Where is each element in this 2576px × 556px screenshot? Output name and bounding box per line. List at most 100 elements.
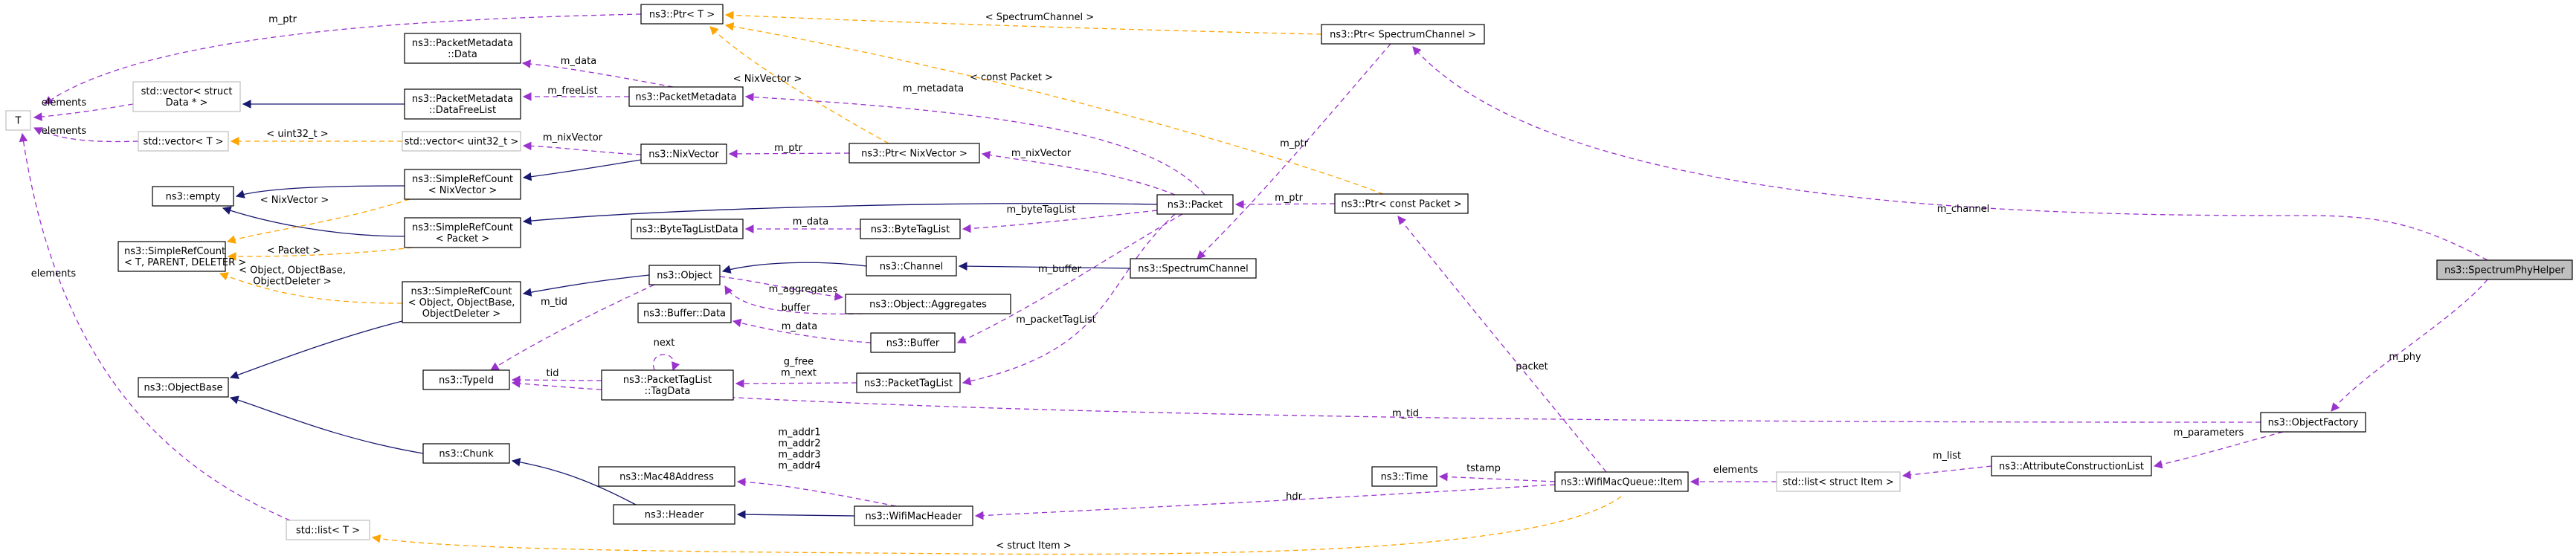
edge-label: m_aggregates bbox=[769, 284, 838, 295]
edge-member-spectrumphyhelper-to-ptr_spectrum bbox=[1412, 46, 2488, 261]
class-node-label: ns3::WifiMacQueue::Item bbox=[1561, 477, 1683, 488]
edge-label: m_ptr bbox=[1280, 138, 1309, 149]
class-node-label: ns3::TypeId bbox=[439, 375, 494, 387]
class-node-bytetaglistdata[interactable]: ns3::ByteTagListData bbox=[631, 219, 744, 239]
class-node-label: ns3::Buffer::Data bbox=[643, 308, 726, 320]
class-node-typeid[interactable]: ns3::TypeId bbox=[422, 369, 510, 390]
class-node-header[interactable]: ns3::Header bbox=[613, 504, 735, 525]
class-node-src-packet[interactable]: ns3::SimpleRefCount < Packet > bbox=[404, 217, 521, 248]
class-node-buffer[interactable]: ns3::Buffer bbox=[870, 332, 956, 353]
class-node-ptr-T[interactable]: ns3::Ptr< T > bbox=[640, 4, 724, 25]
edge-member-ptr_spectrum-to-spectrumchannel bbox=[1197, 43, 1391, 259]
edge-label: next bbox=[654, 337, 675, 349]
edge-label: m_tid bbox=[1392, 408, 1419, 419]
class-node-label: ns3::ObjectBase bbox=[144, 383, 222, 394]
class-node-packettaglist[interactable]: ns3::PacketTagList bbox=[856, 372, 961, 393]
edge-label: m_metadata bbox=[903, 83, 964, 94]
class-node-buffer-data[interactable]: ns3::Buffer::Data bbox=[637, 303, 732, 323]
class-node-item[interactable]: ns3::WifiMacQueue::Item bbox=[1554, 471, 1689, 492]
edge-label: g_free m_next bbox=[781, 357, 817, 379]
class-node-label: ns3::SpectrumPhyHelper bbox=[2444, 265, 2565, 277]
class-node-empty[interactable]: ns3::empty bbox=[152, 186, 234, 207]
edge-label: m_parameters bbox=[2174, 427, 2244, 439]
class-node-pm-freelist[interactable]: ns3::PacketMetadata::DataFreeList bbox=[404, 88, 521, 120]
class-node-src-tpd[interactable]: ns3::SimpleRefCount < T, PARENT, DELETER … bbox=[117, 241, 246, 272]
class-node-label: ns3::Buffer bbox=[886, 338, 940, 349]
edge-member-item-to-time bbox=[1438, 472, 1556, 482]
class-node-label: std::vector< uint32_t > bbox=[405, 137, 519, 148]
class-node-mac48[interactable]: ns3::Mac48Address bbox=[598, 466, 735, 487]
class-node-spectrumphyhelper[interactable]: ns3::SpectrumPhyHelper bbox=[2436, 259, 2573, 280]
class-node-label: std::list< T > bbox=[296, 526, 360, 537]
class-node-vec-data: std::vector< struct Data * > bbox=[132, 81, 241, 112]
class-node-pm-data[interactable]: ns3::PacketMetadata::Data bbox=[404, 33, 521, 64]
class-node-list-item: std::list< struct Item > bbox=[1776, 471, 1901, 492]
class-node-label: ns3::Header bbox=[645, 510, 704, 521]
edge-label: elements bbox=[31, 268, 77, 279]
edge-label: buffer bbox=[782, 303, 811, 314]
edge-member-item-to-ptr_cpacket bbox=[1397, 216, 1607, 473]
class-node-objectbase[interactable]: ns3::ObjectBase bbox=[138, 377, 229, 398]
edge-label: m_list bbox=[1933, 450, 1961, 462]
class-node-src-nix[interactable]: ns3::SimpleRefCount < NixVector > bbox=[404, 169, 521, 200]
class-node-objectfactory[interactable]: ns3::ObjectFactory bbox=[2260, 412, 2366, 433]
edge-label: m_ptr bbox=[268, 14, 297, 25]
class-node-spectrumchannel[interactable]: ns3::SpectrumChannel bbox=[1130, 258, 1257, 279]
class-node-label: std::vector< T > bbox=[143, 137, 223, 148]
class-node-chunk[interactable]: ns3::Chunk bbox=[422, 443, 510, 464]
edge-label: < SpectrumChannel > bbox=[985, 12, 1094, 23]
class-node-channel[interactable]: ns3::Channel bbox=[866, 256, 957, 277]
class-node-nixvector[interactable]: ns3::NixVector bbox=[640, 143, 727, 164]
class-node-label: ns3::ByteTagListData bbox=[636, 224, 738, 236]
edge-label: < const Packet > bbox=[970, 72, 1053, 83]
edge-label: < uint32_t > bbox=[266, 129, 328, 140]
edge-template-ptr_nix-to-ptr_T bbox=[709, 26, 889, 144]
edge-label: hdr bbox=[1286, 491, 1302, 502]
edge-member-tagdata-to-typeid bbox=[511, 375, 602, 384]
edge-label: m_phy bbox=[2389, 352, 2421, 363]
edge-label: < Packet > bbox=[267, 245, 321, 256]
edge-member-pm-to-pm_data bbox=[521, 59, 674, 88]
class-node-attrlist[interactable]: ns3::AttributeConstructionList bbox=[1991, 456, 2152, 476]
class-node-wifimacheader[interactable]: ns3::WifiMacHeader bbox=[854, 505, 973, 526]
edge-label: m_packetTagList bbox=[1016, 314, 1095, 326]
class-node-vec-T: std::vector< T > bbox=[138, 131, 229, 152]
nodes-layer: Tstd::vector< struct Data * >std::vector<… bbox=[5, 4, 2573, 540]
class-node-tagdata[interactable]: ns3::PacketTagList::TagData bbox=[601, 369, 734, 401]
edge-inherit-object-to-src_object bbox=[522, 274, 650, 297]
edge-template-ptr_cpacket-to-ptr_T bbox=[724, 22, 1384, 195]
class-node-bytetaglist[interactable]: ns3::ByteTagList bbox=[860, 219, 961, 239]
edge-inherit-src_object-to-objectbase bbox=[229, 320, 403, 379]
edge-label: m_buffer bbox=[1038, 264, 1082, 275]
class-node-label: ns3::WifiMacHeader bbox=[865, 511, 962, 523]
edge-label: m_tid bbox=[541, 297, 567, 308]
class-node-label: T bbox=[15, 116, 22, 127]
class-node-label: ns3::Channel bbox=[880, 262, 943, 273]
class-node-T: T bbox=[5, 110, 31, 131]
edge-inherit-channel-to-object bbox=[721, 262, 867, 274]
edge-label: m_nixVector bbox=[543, 132, 603, 143]
class-node-pm[interactable]: ns3::PacketMetadata bbox=[628, 86, 744, 107]
edge-label: elements bbox=[42, 97, 87, 109]
class-node-aggregates[interactable]: ns3::Object::Aggregates bbox=[845, 294, 1011, 314]
edge-label: tid bbox=[547, 368, 559, 379]
class-node-label: ns3::Ptr< T > bbox=[649, 10, 715, 21]
edge-label: tstamp bbox=[1466, 463, 1501, 474]
edge-label: m_data bbox=[782, 321, 817, 332]
class-node-time[interactable]: ns3::Time bbox=[1371, 466, 1437, 487]
class-node-ptr-spectrum[interactable]: ns3::Ptr< SpectrumChannel > bbox=[1321, 24, 1485, 45]
edge-label: < NixVector > bbox=[733, 74, 802, 85]
class-node-label: ns3::Ptr< const Packet > bbox=[1341, 199, 1461, 210]
class-node-label: ns3::NixVector bbox=[648, 149, 719, 161]
class-node-ptr-nix[interactable]: ns3::Ptr< NixVector > bbox=[849, 143, 980, 164]
class-node-object[interactable]: ns3::Object bbox=[648, 265, 721, 285]
class-node-src-object[interactable]: ns3::SimpleRefCount < Object, ObjectBase,… bbox=[402, 281, 521, 323]
edge-member-nixvector-to-vec_u32 bbox=[522, 141, 642, 155]
edge-label: m_byteTagList bbox=[1007, 204, 1076, 216]
class-node-label: ns3::Chunk bbox=[439, 449, 494, 460]
edge-label: m_data bbox=[793, 216, 828, 227]
class-node-packet[interactable]: ns3::Packet bbox=[1156, 194, 1234, 215]
edge-member-objectfactory-to-typeid bbox=[511, 379, 2261, 423]
class-node-ptr-cpacket[interactable]: ns3::Ptr< const Packet > bbox=[1334, 193, 1469, 214]
collaboration-diagram: m_ptr elements elements elements < uint32_t … bbox=[5, 4, 2573, 555]
